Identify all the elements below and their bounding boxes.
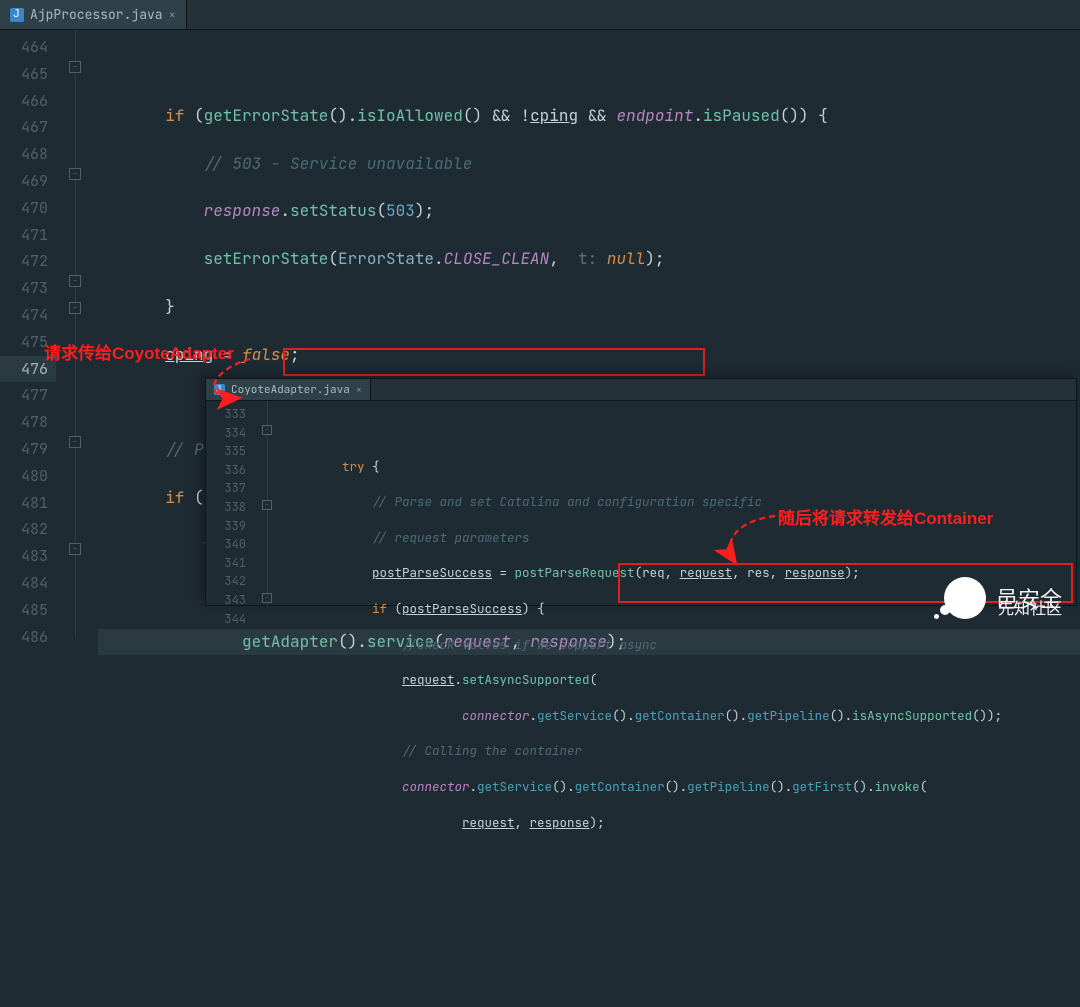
annotation-left: 请求传给CoyoteAdapter xyxy=(44,339,234,364)
fold-marker-icon[interactable]: − xyxy=(69,275,81,287)
fold-marker-icon[interactable]: − xyxy=(69,543,81,555)
fold-marker-icon[interactable]: − xyxy=(262,593,272,603)
fold-marker-icon[interactable]: − xyxy=(262,500,272,510)
close-icon[interactable]: × xyxy=(169,7,176,23)
java-file-icon xyxy=(10,8,24,22)
annotation-right: 随后将请求转发给Container xyxy=(778,504,993,529)
inset-tab-filename: CoyoteAdapter.java xyxy=(231,383,350,397)
inset-line-numbers: 333334335336 337338339340 341342343344 xyxy=(206,401,254,607)
chat-bubble-icon xyxy=(944,577,986,619)
fold-marker-icon[interactable]: − xyxy=(262,425,272,435)
fold-marker-icon[interactable]: − xyxy=(69,302,81,314)
inset-editor[interactable]: CoyoteAdapter.java × 333334335336 337338… xyxy=(205,378,1077,606)
inset-fold-gutter: − − − xyxy=(254,401,282,607)
fold-marker-icon[interactable]: − xyxy=(69,436,81,448)
tab-coyoteadapter[interactable]: CoyoteAdapter.java × xyxy=(206,379,371,400)
fold-gutter: − − − − − − xyxy=(56,30,98,637)
inset-tab-bar: CoyoteAdapter.java × xyxy=(206,379,1076,401)
tab-filename: AjpProcessor.java xyxy=(30,6,163,23)
watermark-secondary: 先知社区 xyxy=(998,595,1062,619)
java-file-icon xyxy=(214,384,225,395)
line-numbers: 464465466467 468469470471 472473474475 4… xyxy=(0,30,56,637)
fold-marker-icon[interactable]: − xyxy=(69,168,81,180)
fold-marker-icon[interactable]: − xyxy=(69,61,81,73)
close-icon[interactable]: × xyxy=(356,383,362,396)
tab-bar: AjpProcessor.java × xyxy=(0,0,1080,30)
tab-ajpprocessor[interactable]: AjpProcessor.java × xyxy=(0,0,187,29)
